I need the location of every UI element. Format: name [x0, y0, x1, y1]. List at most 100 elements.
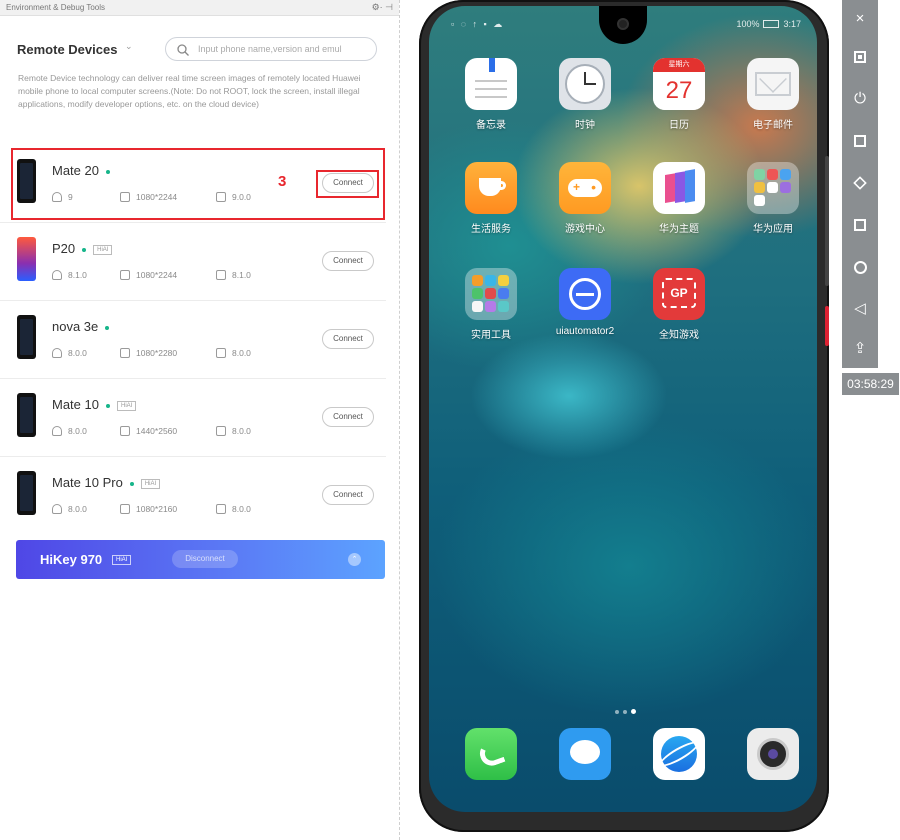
- online-dot: [129, 481, 134, 486]
- close-icon: ×: [855, 10, 865, 27]
- resolution-icon: [120, 270, 130, 280]
- fullscreen-icon: [853, 176, 867, 190]
- tools-folder-icon: [465, 268, 517, 320]
- connect-button[interactable]: Connect: [322, 485, 374, 505]
- memo-icon: [465, 58, 517, 110]
- collapse-icon[interactable]: ⌃: [348, 553, 361, 566]
- device-name: P20 HiAI: [52, 241, 113, 256]
- app-mail[interactable]: 电子邮件: [738, 58, 808, 131]
- device-users: 8.0.0: [52, 504, 87, 514]
- phone-icon: [465, 728, 517, 780]
- user-icon: [52, 426, 62, 436]
- device-resolution: 1080*2160: [120, 504, 177, 514]
- app-clock[interactable]: 时钟: [550, 58, 620, 131]
- power-side-button: [825, 306, 829, 346]
- app-uiautomator2[interactable]: uiautomator2: [550, 268, 620, 337]
- phone-frame: ▫ ◌ ↑ ▪ ☁ 100% 3:17 备忘录 时钟 星期六 27 日历 电子邮…: [419, 0, 829, 832]
- hiai-tag: HiAI: [116, 400, 137, 411]
- disconnect-button[interactable]: Disconnect: [172, 550, 238, 568]
- device-version: 8.0.0: [216, 348, 251, 358]
- search-input[interactable]: Input phone name,version and emul: [165, 37, 377, 61]
- device-row: P20 HiAI 8.1.0 1080*2244 8.1.0 Connect: [0, 223, 386, 301]
- device-version: 8.0.0: [216, 426, 251, 436]
- version-icon: [216, 348, 226, 358]
- remote-devices-header: Remote Devices ⌄ Input phone name,versio…: [17, 37, 382, 63]
- camera-icon: [747, 728, 799, 780]
- battery-icon: [763, 20, 780, 28]
- device-version: 8.1.0: [216, 270, 251, 280]
- resolution-icon: [120, 348, 130, 358]
- device-resolution: 1080*2280: [120, 348, 177, 358]
- power-button[interactable]: ⏻: [842, 80, 878, 118]
- close-button[interactable]: ×: [842, 0, 878, 38]
- resolution-icon: [120, 426, 130, 436]
- device-users: 8.0.0: [52, 348, 87, 358]
- back-button[interactable]: ◁: [842, 290, 878, 328]
- recent-apps-button[interactable]: [842, 206, 878, 244]
- device-name: nova 3e: [52, 319, 110, 334]
- device-thumbnail: [17, 471, 36, 515]
- app-folder-huawei[interactable]: 华为应用: [738, 162, 808, 235]
- remote-devices-title: Remote Devices: [17, 42, 118, 57]
- page-dot: [615, 710, 619, 714]
- online-dot: [105, 403, 110, 408]
- app-memo[interactable]: 备忘录: [456, 58, 526, 131]
- app-tools-folder[interactable]: 实用工具: [456, 268, 526, 341]
- dock-messages[interactable]: [550, 728, 620, 780]
- device-resolution: 1440*2560: [120, 426, 177, 436]
- user-icon: [52, 504, 62, 514]
- app-game-center[interactable]: 游戏中心: [550, 162, 620, 235]
- device-thumbnail: [17, 393, 36, 437]
- home-icon: [853, 260, 867, 274]
- search-placeholder: Input phone name,version and emul: [198, 44, 342, 54]
- app-gp[interactable]: GP 全知游戏: [644, 268, 714, 341]
- dock-browser[interactable]: [644, 728, 714, 780]
- upload-icon: ⇪: [853, 340, 867, 357]
- screenshot-button[interactable]: [842, 38, 878, 76]
- app-root: Environment & Debug Tools ⚙· ⊣ Remote De…: [0, 0, 900, 840]
- panel-title: Environment & Debug Tools: [6, 3, 106, 12]
- device-row: nova 3e 8.0.0 1080*2280 8.0.0 Connect: [0, 301, 386, 379]
- resolution-icon: [120, 504, 130, 514]
- dock-camera[interactable]: [738, 728, 808, 780]
- volume-button: [825, 156, 829, 286]
- device-toolbar: × ⏻ ◁ ⇪: [842, 0, 878, 368]
- hiai-tag: HiAI: [140, 478, 161, 489]
- back-icon: ◁: [854, 300, 866, 317]
- dock-phone[interactable]: [456, 728, 526, 780]
- home-button[interactable]: [842, 248, 878, 286]
- device-resolution: 1080*2244: [120, 270, 177, 280]
- app-theme[interactable]: 华为主题: [644, 162, 714, 235]
- version-icon: [216, 426, 226, 436]
- panel-settings-icon[interactable]: ⚙· ⊣: [372, 2, 393, 13]
- device-users: 8.1.0: [52, 270, 87, 280]
- upload-button[interactable]: ⇪: [842, 330, 878, 368]
- status-right: 100% 3:17: [736, 19, 801, 29]
- connect-button[interactable]: Connect: [322, 329, 374, 349]
- battery-percent: 100%: [736, 19, 760, 29]
- device-users: 8.0.0: [52, 426, 87, 436]
- screenshot-icon: [854, 51, 866, 64]
- phone-screen[interactable]: ▫ ◌ ↑ ▪ ☁ 100% 3:17 备忘录 时钟 星期六 27 日历 电子邮…: [429, 6, 817, 812]
- device-name: Mate 10 HiAI: [52, 397, 137, 412]
- search-icon: [177, 44, 189, 56]
- game-center-icon: [559, 162, 611, 214]
- hikey-name: HiKey 970: [40, 552, 103, 567]
- device-thumbnail: [17, 315, 36, 359]
- hiai-tag: HiAI: [112, 555, 132, 565]
- app-calendar[interactable]: 星期六 27 日历: [644, 58, 714, 131]
- uiautomator-icon: [559, 268, 611, 320]
- status-icons: ▫ ◌ ↑ ▪ ☁: [451, 19, 505, 29]
- panel-titlebar: Environment & Debug Tools ⚙· ⊣: [0, 0, 399, 16]
- app-life-service[interactable]: 生活服务: [456, 162, 526, 235]
- online-dot: [82, 247, 87, 252]
- connect-button[interactable]: Connect: [322, 251, 374, 271]
- calendar-icon: 星期六 27: [653, 58, 705, 110]
- connect-button[interactable]: Connect: [322, 407, 374, 427]
- rotate-icon: [854, 135, 866, 148]
- rotate-button[interactable]: [842, 122, 878, 160]
- fullscreen-button[interactable]: [842, 164, 878, 202]
- hikey-bar[interactable]: HiKey 970 HiAI Disconnect ⌃: [16, 540, 385, 579]
- version-icon: [216, 504, 226, 514]
- chevron-down-icon[interactable]: ⌄: [125, 41, 133, 52]
